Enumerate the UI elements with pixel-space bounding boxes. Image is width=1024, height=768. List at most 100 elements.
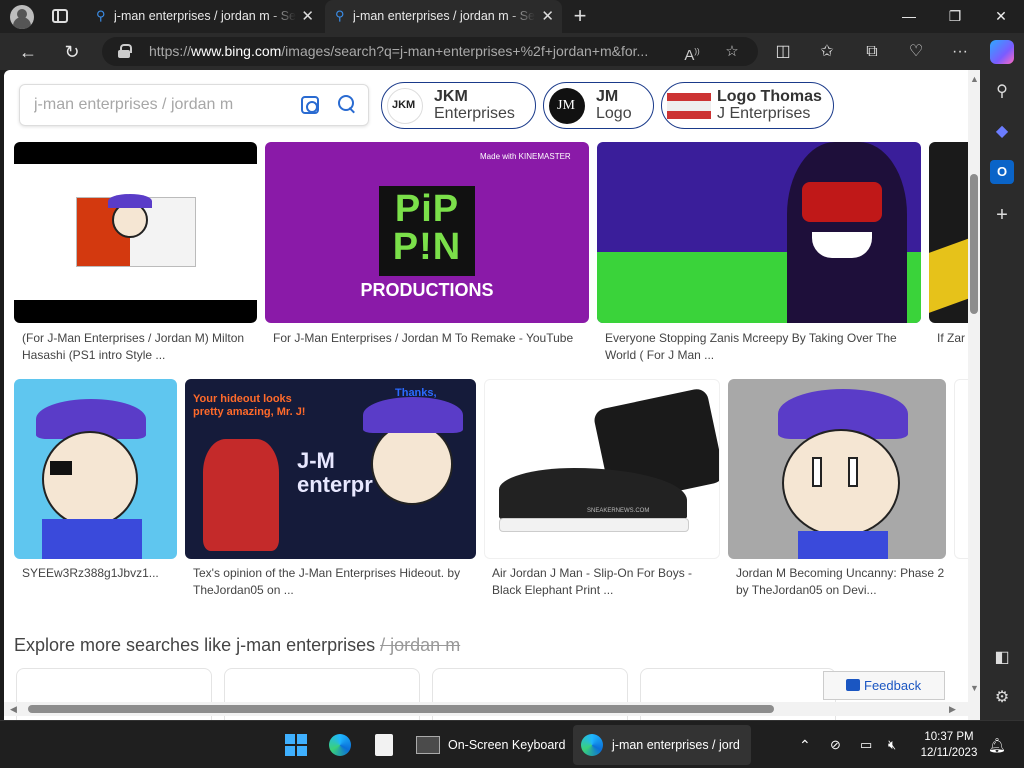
notification-bell-icon[interactable]: 🔔︎ <box>988 729 1006 761</box>
edge-sidebar: ⚲ ◆ O + ◧ ⚙ <box>980 70 1024 720</box>
result-thumbnail[interactable] <box>14 142 257 323</box>
image-result[interactable]: SNEAKERNEWS.COM Air Jordan J Man - Slip-… <box>484 379 720 604</box>
taskbar-app-label[interactable]: On-Screen Keyboard <box>448 729 565 761</box>
related-chip-jm-logo[interactable]: JM JM Logo <box>543 82 654 129</box>
sidebar-toggle-icon[interactable]: ◧ <box>990 646 1014 670</box>
collections-icon[interactable]: ⧉ <box>858 38 886 66</box>
horizontal-scroll-thumb[interactable] <box>28 705 774 713</box>
bing-images-page: JKM JKM Enterprises JM JM Logo Logo Thom… <box>4 70 980 720</box>
chip-thumbnail: JM <box>549 88 585 124</box>
result-thumbnail[interactable]: SNEAKERNEWS.COM <box>484 379 720 559</box>
search-icon[interactable]: ⚲ <box>990 80 1014 104</box>
result-caption[interactable]: If Zar Fox ( <box>937 330 969 366</box>
add-icon[interactable]: + <box>990 203 1014 227</box>
result-thumbnail[interactable] <box>14 379 177 559</box>
profile-avatar[interactable] <box>10 5 34 29</box>
image-result[interactable]: Made with KINEMASTER PiP P!N PRODUCTIONS… <box>265 142 589 367</box>
result-thumbnail[interactable] <box>597 142 921 323</box>
result-thumbnail[interactable] <box>728 379 946 559</box>
feedback-icon <box>846 679 860 691</box>
productions-text: PRODUCTIONS <box>360 280 494 300</box>
image-result[interactable] <box>954 379 968 604</box>
restore-button[interactable]: ❐ <box>932 0 978 33</box>
volume-muted-icon[interactable]: 🔇︎ <box>888 729 896 761</box>
back-arrow-icon[interactable]: ← <box>13 37 43 67</box>
image-result[interactable]: Your hideout looks pretty amazing, Mr. J… <box>185 379 476 604</box>
result-thumbnail[interactable]: Your hideout looks pretty amazing, Mr. J… <box>185 379 476 559</box>
search-box <box>19 84 369 126</box>
tab-actions-icon[interactable] <box>52 9 68 23</box>
image-result[interactable]: Jordan M Becoming Uncanny: Phase 2 by Th… <box>728 379 946 604</box>
vertical-scrollbar[interactable]: ▲ ▼ <box>968 70 980 720</box>
scroll-right-icon[interactable]: ▶ <box>949 704 956 715</box>
browser-tab-2-active[interactable]: ⚲ j-man enterprises / jordan m - Se ✕ <box>325 0 562 33</box>
visual-search-icon[interactable] <box>301 96 319 114</box>
browser-tab-1[interactable]: ⚲ j-man enterprises / jordan m - Se ✕ <box>86 0 322 33</box>
chip-title: JKM <box>434 88 468 105</box>
image-result[interactable]: (For J-Man Enterprises / Jordan M) Milto… <box>14 142 257 367</box>
copilot-app-icon[interactable]: ◆ <box>990 120 1014 144</box>
horizontal-scrollbar[interactable]: ◀ ▶ <box>4 702 968 716</box>
image-result[interactable]: SYEEw3Rz388g1Jbvz1... <box>14 379 177 604</box>
copilot-icon[interactable] <box>990 40 1014 64</box>
feedback-button[interactable]: Feedback <box>823 671 945 700</box>
url-text[interactable]: https://www.bing.com/images/search?q=j-m… <box>149 37 669 66</box>
watermark-text: SNEAKERNEWS.COM <box>587 508 650 514</box>
result-caption[interactable]: Jordan M Becoming Uncanny: Phase 2 by Th… <box>736 565 946 601</box>
star-icon[interactable]: ☆ <box>719 37 745 66</box>
display-icon[interactable]: ▭ <box>860 729 872 761</box>
scroll-up-icon[interactable]: ▲ <box>970 74 979 84</box>
close-window-button[interactable]: ✕ <box>978 0 1024 33</box>
taskbar-app-label[interactable]: j-man enterprises / jord <box>612 729 740 761</box>
result-caption[interactable]: Tex's opinion of the J-Man Enterprises H… <box>193 565 478 601</box>
image-result[interactable]: Everyone Stopping Zanis Mcreepy By Takin… <box>597 142 921 367</box>
edge-beta-icon[interactable] <box>329 734 351 756</box>
system-clock[interactable]: 10:37 PM 12/11/2023 <box>917 729 981 761</box>
windows-taskbar: On-Screen Keyboard j-man enterprises / j… <box>0 720 1024 768</box>
refresh-icon[interactable]: ↻ <box>57 37 87 67</box>
search-icon[interactable] <box>338 95 356 113</box>
speech-text-left: Your hideout looks pretty amazing, Mr. J… <box>193 393 306 418</box>
minimize-button[interactable]: — <box>886 0 932 33</box>
split-screen-icon[interactable]: ◫ <box>769 38 797 66</box>
outlook-icon[interactable]: O <box>990 160 1014 184</box>
result-caption[interactable]: SYEEw3Rz388g1Jbvz1... <box>22 565 182 585</box>
keyboard-app-icon[interactable] <box>416 736 440 754</box>
heart-pulse-icon[interactable]: ♡ <box>902 38 930 66</box>
result-thumbnail[interactable] <box>954 379 968 559</box>
address-bar[interactable]: https://www.bing.com/images/search?q=j-m… <box>102 37 758 66</box>
close-tab-icon[interactable]: ✕ <box>301 0 314 33</box>
result-thumbnail[interactable]: Made with KINEMASTER PiP P!N PRODUCTIONS <box>265 142 589 323</box>
result-caption[interactable]: Everyone Stopping Zanis Mcreepy By Takin… <box>605 330 905 366</box>
search-input[interactable] <box>34 85 284 125</box>
lock-icon[interactable] <box>118 44 132 58</box>
result-caption[interactable]: Air Jordan J Man - Slip-On For Boys - Bl… <box>492 565 722 601</box>
new-tab-button[interactable]: + <box>569 4 591 28</box>
read-aloud-icon[interactable]: A)) <box>679 37 705 66</box>
network-off-icon[interactable]: ⊘ <box>830 729 841 761</box>
favorites-icon[interactable]: ✩ <box>813 38 841 66</box>
chevron-up-icon[interactable]: ⌃ <box>799 729 811 761</box>
related-chip-jkm[interactable]: JKM JKM Enterprises <box>381 82 536 129</box>
more-icon[interactable]: ··· <box>946 38 974 66</box>
image-result[interactable]: If Zar Fox ( <box>929 142 969 367</box>
settings-icon[interactable]: ⚙ <box>990 686 1014 710</box>
browser-tab-bar: ⚲ j-man enterprises / jordan m - Se ✕ ⚲ … <box>0 0 1024 33</box>
windows-start-icon[interactable] <box>285 734 307 756</box>
result-thumbnail[interactable] <box>929 142 969 323</box>
chip-subtitle: Logo <box>596 105 632 122</box>
scroll-down-icon[interactable]: ▼ <box>970 683 979 693</box>
result-caption[interactable]: For J-Man Enterprises / Jordan M To Rema… <box>273 330 583 350</box>
file-icon[interactable] <box>375 734 393 756</box>
edge-icon[interactable] <box>581 734 603 756</box>
address-toolbar: ← ↻ https://www.bing.com/images/search?q… <box>0 33 1024 70</box>
chip-thumbnail: JKM <box>387 88 423 124</box>
scroll-left-icon[interactable]: ◀ <box>10 704 17 715</box>
close-tab-icon[interactable]: ✕ <box>541 0 554 33</box>
result-caption[interactable]: (For J-Man Enterprises / Jordan M) Milto… <box>22 330 254 366</box>
related-chip-logo-thomas[interactable]: Logo Thomas J Enterprises <box>661 82 834 129</box>
vertical-scroll-thumb[interactable] <box>970 174 978 314</box>
explore-more-heading: Explore more searches like j-man enterpr… <box>14 635 461 655</box>
clock-date: 12/11/2023 <box>920 747 978 759</box>
clock-time: 10:37 PM <box>924 731 974 743</box>
